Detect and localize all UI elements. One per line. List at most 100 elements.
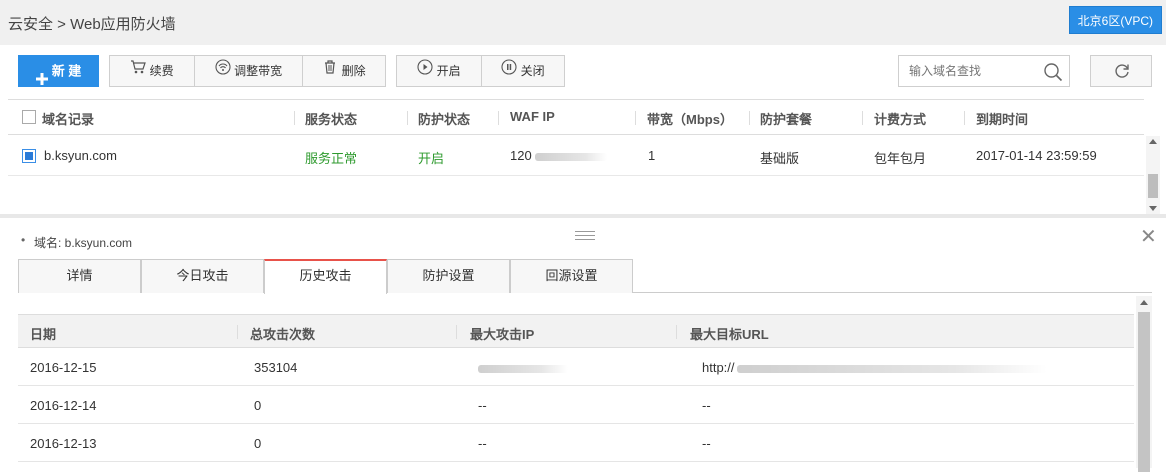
url-text: http:// (702, 360, 735, 375)
column-header: 服务状态 (305, 112, 358, 127)
top-bar: 云安全 > Web应用防火墙 北京6区(VPC) (0, 0, 1166, 45)
refresh-button[interactable] (1090, 55, 1152, 87)
adjust-bandwidth-button[interactable]: 调整带宽 (194, 56, 302, 86)
breadcrumb: 云安全 > Web应用防火墙 (8, 16, 176, 33)
tab-history-attacks[interactable]: 历史攻击 (264, 259, 387, 294)
table-row: 2016-12-13 0 -- -- (18, 424, 1134, 462)
close-icon[interactable]: ✕ (1140, 227, 1157, 247)
waf-ip-cell: 120 (510, 148, 607, 163)
table-row: 2016-12-15 353104 http:// (18, 348, 1134, 386)
column-header: 域名记录 (42, 112, 95, 127)
scroll-up-icon[interactable] (1140, 300, 1148, 305)
redacted-ip (534, 152, 607, 161)
column-header: 总攻击次数 (250, 327, 316, 342)
pause-icon (501, 59, 520, 78)
column-header: 到期时间 (976, 112, 1029, 127)
url-cell: -- (702, 398, 711, 413)
date-cell: 2016-12-14 (30, 398, 97, 413)
detail-tabs: 详情 今日攻击 历史攻击 防护设置 回源设置 (18, 259, 1152, 294)
billing-cell: 包年包月 (874, 151, 927, 166)
bandwidth-icon (215, 59, 234, 78)
resize-handle-icon[interactable] (575, 231, 595, 241)
column-divider (964, 111, 965, 125)
waf-ip-text: 120 (510, 148, 532, 163)
column-divider (862, 111, 863, 125)
domain-search-input[interactable] (909, 57, 1039, 85)
column-divider (676, 325, 677, 339)
package-cell: 基础版 (760, 151, 800, 166)
count-cell: 0 (254, 398, 262, 413)
select-all-checkbox[interactable] (22, 110, 36, 124)
count-cell: 0 (254, 436, 262, 451)
plus-icon (35, 66, 48, 85)
new-button[interactable]: 新 建 (18, 55, 99, 87)
renew-button[interactable]: 续费 (110, 56, 194, 86)
column-divider (456, 325, 457, 339)
date-cell: 2016-12-15 (30, 360, 97, 375)
adjust-bandwidth-label: 调整带宽 (234, 64, 283, 78)
scrollbar-thumb[interactable] (1148, 174, 1158, 198)
bandwidth-cell: 1 (648, 148, 656, 163)
ip-cell: -- (478, 436, 487, 451)
ip-cell: -- (478, 398, 487, 413)
table-row[interactable]: b.ksyun.com 服务正常 开启 120 1 基础版 包年包月 2017-… (8, 136, 1144, 176)
tab-details[interactable]: 详情 (18, 259, 141, 293)
search-icon[interactable] (1043, 62, 1063, 85)
disable-button[interactable]: 关闭 (481, 56, 564, 86)
table-row: 2016-12-14 0 -- -- (18, 386, 1134, 424)
column-divider (237, 325, 238, 339)
status-button-group: 开启 关闭 (396, 55, 565, 87)
column-header: WAF IP (510, 109, 555, 124)
trash-icon (322, 60, 341, 78)
column-header: 最大目标URL (690, 327, 769, 342)
scroll-down-icon[interactable] (1149, 206, 1157, 211)
count-cell: 353104 (254, 360, 298, 375)
new-button-label: 新 建 (51, 63, 82, 79)
column-divider (635, 111, 636, 125)
column-header: 日期 (30, 327, 57, 342)
column-divider (498, 111, 499, 125)
row-checkbox[interactable] (22, 149, 36, 163)
disable-label: 关闭 (520, 64, 545, 78)
enable-label: 开启 (436, 64, 461, 78)
column-header: 最大攻击IP (470, 327, 535, 342)
column-header: 防护套餐 (760, 112, 813, 127)
url-cell: -- (702, 436, 711, 451)
tab-origin-settings[interactable]: 回源设置 (510, 259, 633, 293)
protection-status-cell: 开启 (418, 151, 445, 166)
column-header: 防护状态 (418, 112, 471, 127)
column-divider (749, 111, 750, 125)
delete-button[interactable]: 删除 (302, 56, 385, 86)
domain-search (898, 55, 1070, 87)
tab-protection-settings[interactable]: 防护设置 (387, 259, 510, 293)
delete-label: 删除 (341, 64, 366, 78)
domain-cell: b.ksyun.com (44, 148, 117, 163)
history-table-header: 日期 总攻击次数 最大攻击IP 最大目标URL (18, 314, 1134, 348)
column-divider (294, 111, 295, 125)
scrollbar-thumb[interactable] (1138, 312, 1150, 472)
refresh-icon (1113, 62, 1131, 83)
tab-today-attacks[interactable]: 今日攻击 (141, 259, 264, 293)
play-icon (417, 59, 436, 78)
ip-cell (478, 360, 568, 375)
cart-icon (130, 60, 149, 78)
url-cell: http:// (702, 360, 1047, 375)
redacted-url (736, 364, 1047, 373)
service-status-cell: 服务正常 (305, 151, 358, 166)
domain-table-header: 域名记录 服务状态 防护状态 WAF IP 带宽（Mbps） 防护套餐 计费方式… (8, 99, 1144, 135)
column-header: 带宽（Mbps） (647, 112, 733, 127)
detail-panel: ✕ 域名: b.ksyun.com 详情 今日攻击 历史攻击 防护设置 回源设置… (0, 214, 1166, 472)
region-select-button[interactable]: 北京6区(VPC) (1068, 6, 1162, 34)
column-divider (407, 111, 408, 125)
toolbar: 新 建 续费 调整带宽 删除 开启 关闭 (0, 45, 1166, 99)
detail-domain-label: 域名: b.ksyun.com (21, 233, 132, 251)
history-table-scrollbar[interactable] (1136, 296, 1152, 472)
enable-button[interactable]: 开启 (397, 56, 481, 86)
billing-button-group: 续费 调整带宽 删除 (109, 55, 386, 87)
column-header: 计费方式 (874, 112, 927, 127)
scroll-up-icon[interactable] (1149, 139, 1157, 144)
date-cell: 2016-12-13 (30, 436, 97, 451)
domain-table-scrollbar[interactable] (1146, 136, 1160, 214)
renew-label: 续费 (149, 64, 174, 78)
redacted-ip (478, 364, 568, 373)
